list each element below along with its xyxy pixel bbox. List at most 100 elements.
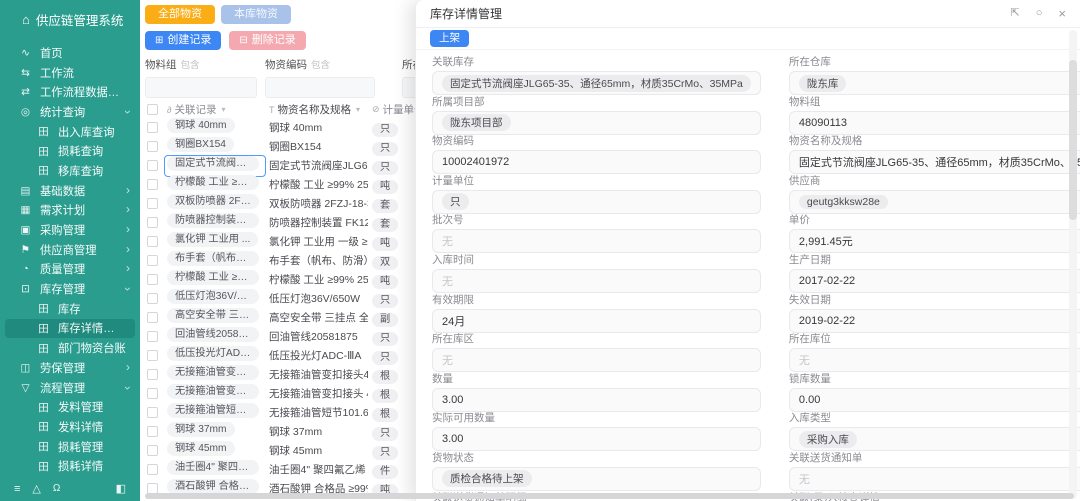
- record-tag[interactable]: 低压投光灯ADC...: [167, 346, 259, 361]
- delete-record-button[interactable]: ⊟删除记录: [229, 31, 305, 50]
- record-cell[interactable]: 柠檬酸 工业 ≥99...: [165, 270, 265, 290]
- name-cell[interactable]: 无接箍油管短节101.6*7.8*3...: [265, 405, 368, 420]
- field-input[interactable]: 无: [432, 348, 761, 372]
- row-checkbox[interactable]: [147, 160, 158, 171]
- sidebar-item-采购管理[interactable]: ▣采购管理›: [0, 220, 140, 240]
- record-tag[interactable]: 钢球 40mm: [167, 118, 235, 133]
- row-checkbox[interactable]: [147, 331, 158, 342]
- record-tag[interactable]: 双板防喷器 2FZ...: [167, 194, 259, 209]
- field-input[interactable]: 2,991.45元: [789, 229, 1080, 253]
- caret-icon[interactable]: ▾: [221, 105, 225, 114]
- field-input[interactable]: geutg3kksw28e: [789, 190, 1080, 214]
- field-input[interactable]: 无: [789, 467, 1080, 491]
- record-tag[interactable]: 钢圈BX154: [167, 137, 234, 152]
- sidebar-item-出入库查询[interactable]: 田出入库查询: [0, 122, 140, 142]
- sidebar-item-发料详情[interactable]: 田发料详情: [0, 417, 140, 437]
- sidebar-item-首页[interactable]: ∿首页: [0, 43, 140, 63]
- record-cell[interactable]: 柠檬酸 工业 ≥99...: [165, 175, 265, 195]
- record-tag[interactable]: 固定式节流阀座...: [167, 156, 259, 171]
- material-group-input[interactable]: [145, 77, 257, 98]
- record-cell[interactable]: 布手套（帆布、...: [165, 251, 265, 271]
- record-cell[interactable]: 氯化钾 工业用 ...: [165, 232, 265, 252]
- field-input[interactable]: 10002401972: [432, 150, 761, 174]
- field-input[interactable]: 陇东库: [789, 71, 1080, 95]
- field-input[interactable]: 陇东项目部: [432, 111, 761, 135]
- row-checkbox[interactable]: [147, 122, 158, 133]
- record-cell[interactable]: 低压灯泡36V/65...: [165, 289, 265, 309]
- record-cell[interactable]: 无接箍油管短节...: [165, 403, 265, 423]
- name-cell[interactable]: 低压投光灯ADC-ⅢA: [265, 348, 368, 363]
- row-checkbox[interactable]: [147, 217, 158, 228]
- record-cell[interactable]: 钢球 40mm: [165, 118, 265, 138]
- record-tag[interactable]: 钢球 45mm: [167, 441, 235, 456]
- name-cell[interactable]: 钢球 45mm: [265, 443, 368, 458]
- caret-icon[interactable]: ▾: [356, 105, 360, 114]
- name-cell[interactable]: 油壬圈4" 聚四氟乙烯: [265, 462, 368, 477]
- expand-icon[interactable]: ⇱: [1011, 8, 1020, 19]
- field-input[interactable]: 固定式节流阀座JLG65-35、通径65mm，材质35CrMo、35MPa: [432, 71, 761, 95]
- alert-icon[interactable]: △: [32, 482, 40, 495]
- record-cell[interactable]: 油壬圈4" 聚四氟...: [165, 460, 265, 480]
- name-cell[interactable]: 无接箍油管变扣接头 4"BGC...: [265, 386, 368, 401]
- name-cell[interactable]: 低压灯泡36V/650W: [265, 291, 368, 306]
- material-code-input[interactable]: [265, 77, 375, 98]
- record-tag[interactable]: 酒石酸钾 合格品...: [167, 479, 259, 494]
- field-input[interactable]: 固定式节流阀座JLG65-35、通径65mm，材质35CrMo、35MPa: [789, 150, 1080, 174]
- record-cell[interactable]: 钢球 45mm: [165, 441, 265, 461]
- name-cell[interactable]: 回油管线20581875: [265, 329, 368, 344]
- record-cell[interactable]: 无接箍油管变扣...: [165, 365, 265, 385]
- row-checkbox[interactable]: [147, 407, 158, 418]
- record-tag[interactable]: 氯化钾 工业用 ...: [167, 232, 258, 247]
- record-tag[interactable]: 柠檬酸 工业 ≥99...: [167, 270, 259, 285]
- sidebar-item-质量管理[interactable]: ◔质量管理›: [0, 260, 140, 280]
- row-checkbox[interactable]: [147, 426, 158, 437]
- sidebar-item-库存管理[interactable]: ⊡库存管理›: [0, 279, 140, 299]
- sidebar-item-需求计划[interactable]: ▦需求计划›: [0, 201, 140, 221]
- sidebar-item-基础数据[interactable]: ▤基础数据›: [0, 181, 140, 201]
- loop-icon[interactable]: ○: [1036, 8, 1043, 19]
- name-cell[interactable]: 高空安全带 三挂点 全身式 ...: [265, 310, 368, 325]
- record-tag[interactable]: 高空安全带 三挂...: [167, 308, 259, 323]
- collapse-sidebar-icon[interactable]: ◧: [116, 482, 126, 495]
- create-record-button[interactable]: ⊞创建记录: [145, 31, 221, 50]
- name-cell[interactable]: 无接箍油管变扣接头4"EU公*...: [265, 367, 368, 382]
- field-input[interactable]: 3.00: [432, 388, 761, 412]
- field-input[interactable]: 3.00: [432, 427, 761, 451]
- record-cell[interactable]: 双板防喷器 2FZ...: [165, 194, 265, 214]
- sidebar-item-损耗管理[interactable]: 田损耗管理: [0, 437, 140, 457]
- row-checkbox[interactable]: [147, 445, 158, 456]
- field-input[interactable]: 质检合格待上架: [432, 467, 761, 491]
- sidebar-item-统计查询[interactable]: ◎统计查询›: [0, 102, 140, 122]
- horizontal-scrollbar[interactable]: [145, 493, 1074, 499]
- row-checkbox[interactable]: [147, 388, 158, 399]
- row-checkbox[interactable]: [147, 312, 158, 323]
- record-tag[interactable]: 回油管线20581...: [167, 327, 259, 342]
- name-cell[interactable]: 柠檬酸 工业 ≥99% 25kg/袋: [265, 272, 368, 287]
- row-checkbox[interactable]: [147, 141, 158, 152]
- record-cell[interactable]: 高空安全带 三挂...: [165, 308, 265, 328]
- record-cell[interactable]: 回油管线20581...: [165, 327, 265, 347]
- record-cell[interactable]: 固定式节流阀座...: [165, 156, 265, 176]
- sidebar-item-库存[interactable]: 田库存: [0, 299, 140, 319]
- name-cell[interactable]: 钢球 37mm: [265, 424, 368, 439]
- row-checkbox[interactable]: [147, 274, 158, 285]
- sidebar-item-库存详情管理[interactable]: 田库存详情管理: [5, 319, 135, 339]
- name-cell[interactable]: 钢圈BX154: [265, 139, 368, 154]
- row-checkbox[interactable]: [147, 255, 158, 266]
- name-cell[interactable]: 双板防喷器 2FZJ-18-35 S 铸...: [265, 196, 368, 211]
- row-checkbox[interactable]: [147, 350, 158, 361]
- field-input[interactable]: 2019-02-22: [789, 309, 1080, 333]
- name-cell[interactable]: 柠檬酸 工业 ≥99% 25kg/袋: [265, 177, 368, 192]
- field-input[interactable]: 只: [432, 190, 761, 214]
- record-cell[interactable]: 钢圈BX154: [165, 137, 265, 157]
- record-cell[interactable]: 无接箍油管变扣...: [165, 384, 265, 404]
- sidebar-item-流程管理[interactable]: ▽流程管理›: [0, 378, 140, 398]
- sidebar-item-工作流程数据管理[interactable]: ⇄工作流程数据管理: [0, 82, 140, 102]
- row-checkbox[interactable]: [147, 179, 158, 190]
- record-tag[interactable]: 柠檬酸 工业 ≥99...: [167, 175, 259, 190]
- menu-icon[interactable]: ≡: [14, 483, 20, 495]
- name-cell[interactable]: 防喷器控制装置 FK125-3: [265, 215, 368, 230]
- field-input[interactable]: 24月: [432, 309, 761, 333]
- field-input[interactable]: 0.00: [789, 388, 1080, 412]
- record-tag[interactable]: 钢球 37mm: [167, 422, 235, 437]
